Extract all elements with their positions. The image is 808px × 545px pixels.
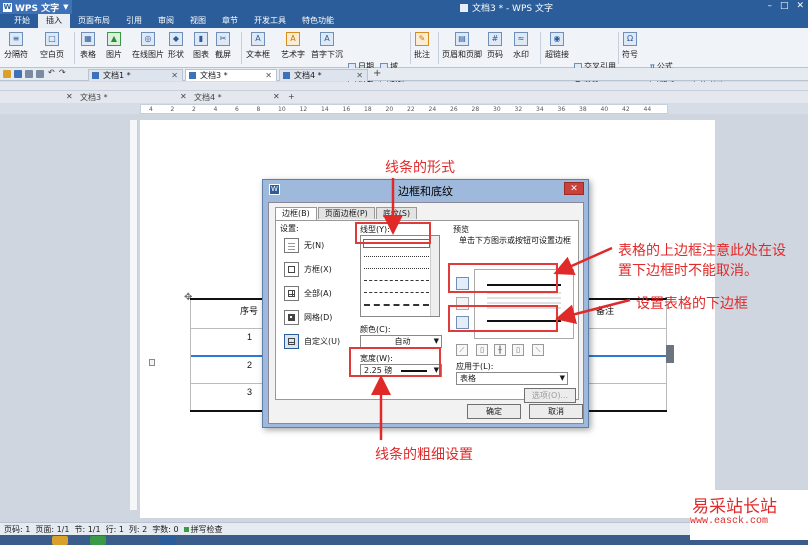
- watermark-name: 易采站长站: [692, 497, 777, 517]
- annotation-arrows: [371, 178, 631, 440]
- arrow-to-top-border: [553, 246, 613, 276]
- browser-icon[interactable]: [90, 536, 106, 545]
- check-icon: [183, 526, 189, 532]
- spell-check-button[interactable]: 拼写检查: [183, 524, 223, 535]
- status-pages: 页面: 1/1: [35, 524, 70, 534]
- explorer-icon[interactable]: [52, 536, 68, 545]
- status-page: 页码: 1: [4, 524, 31, 534]
- status-col: 列: 2: [128, 524, 148, 534]
- site-watermark: 易采站长站 www.easck.com: [690, 490, 808, 540]
- arrow-to-bottom-border: [555, 298, 631, 324]
- status-row: 行: 1: [105, 524, 124, 534]
- wps-taskbar-icon[interactable]: [160, 536, 176, 545]
- os-taskbar: [0, 535, 808, 545]
- status-words: 字数: 0: [152, 524, 179, 534]
- status-section: 节: 1/1: [74, 524, 101, 534]
- watermark-url: www.easck.com: [690, 516, 769, 527]
- status-bar: 页码: 1 页面: 1/1 节: 1/1 行: 1 列: 2 字数: 0 拼写检…: [0, 522, 808, 535]
